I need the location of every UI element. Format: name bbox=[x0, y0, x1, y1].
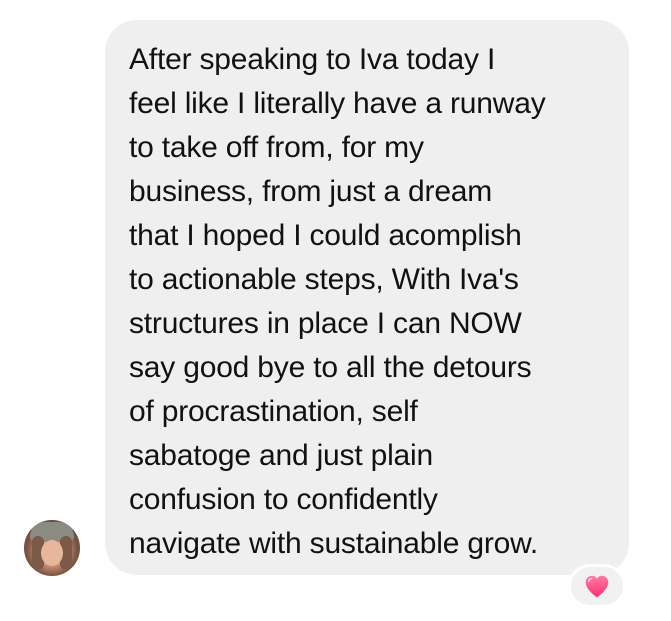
chat-thread: After speaking to Iva today I feel like … bbox=[0, 0, 671, 621]
avatar-face-icon bbox=[41, 540, 63, 566]
message-bubble[interactable]: After speaking to Iva today I feel like … bbox=[105, 20, 629, 575]
heart-icon bbox=[585, 575, 609, 598]
message-text: After speaking to Iva today I feel like … bbox=[129, 43, 546, 560]
reaction-badge[interactable] bbox=[568, 564, 626, 608]
avatar[interactable] bbox=[24, 520, 80, 576]
